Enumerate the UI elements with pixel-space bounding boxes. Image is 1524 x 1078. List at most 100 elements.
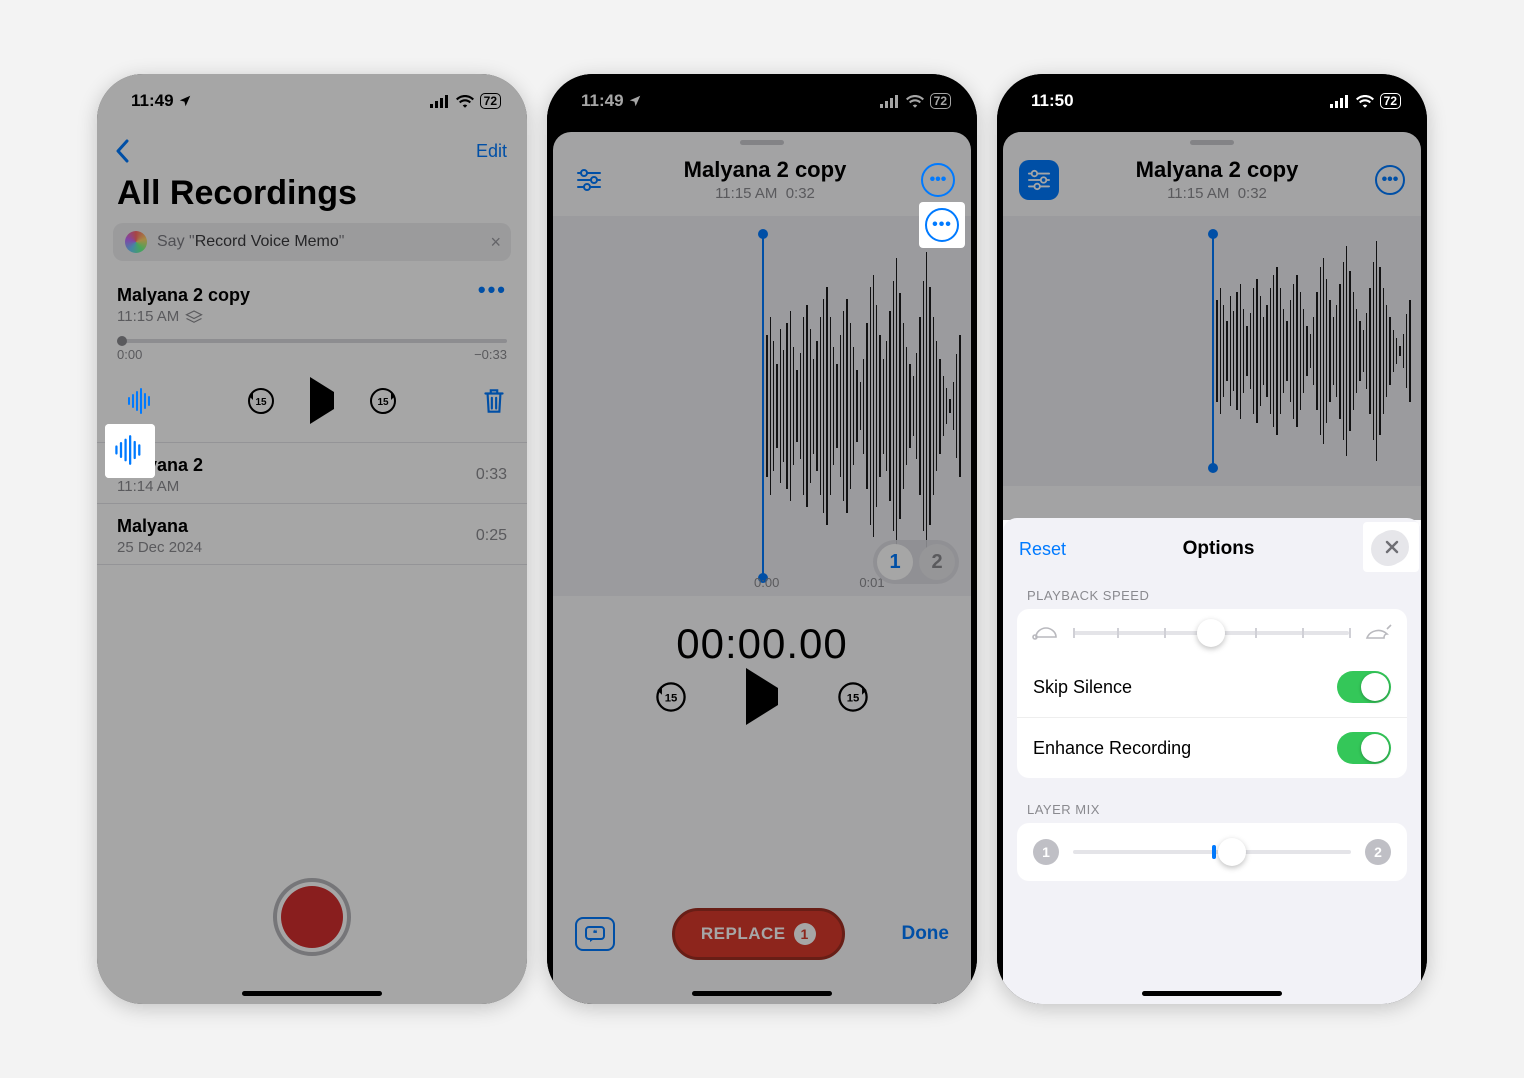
list-item[interactable]: Malyana 2 11:14 AM 0:33: [97, 443, 527, 504]
layer-pill-2[interactable]: 2: [919, 544, 955, 580]
recording-duration: 0:33: [476, 466, 507, 484]
replace-badge: 1: [794, 923, 816, 945]
status-time: 11:49: [581, 91, 642, 111]
recording-subtitle: 11:14 AM: [117, 478, 203, 495]
scrubber[interactable]: [117, 339, 507, 343]
section-layer-mix: Layer Mix: [1003, 792, 1421, 823]
forward-15-button[interactable]: 15: [836, 680, 870, 714]
rewind-15-button[interactable]: 15: [654, 680, 688, 714]
waveform-edit-button-highlighted[interactable]: [113, 434, 145, 466]
cell-signal-icon: [880, 94, 900, 108]
recording-selected[interactable]: Malyana 2 copy 11:15 AM ••• 0:00 −0:33: [97, 273, 527, 443]
current-time: 00:00.00: [553, 620, 971, 668]
recording-subtitle: 11:15 AM: [117, 308, 250, 325]
time-text: 11:50: [1031, 91, 1074, 111]
bottom-action-row: ❝ REPLACE 1 Done: [553, 908, 971, 960]
siri-prefix: Say ": [157, 233, 195, 250]
waveform-edit-button[interactable]: [117, 376, 163, 426]
waveform-view[interactable]: [1003, 216, 1421, 486]
siri-command: Record Voice Memo: [195, 233, 339, 250]
siri-suffix: ": [339, 233, 345, 250]
more-menu-button-highlighted[interactable]: •••: [925, 208, 959, 242]
reset-button[interactable]: Reset: [1019, 539, 1066, 560]
section-playback-speed: Playback Speed: [1003, 578, 1421, 609]
sheet-title: Malyana 2 copy: [1136, 157, 1299, 183]
waveform-view[interactable]: 0:00 0:01 1 2: [553, 216, 971, 596]
transcript-button[interactable]: ❝: [575, 917, 615, 951]
wifi-icon: [906, 94, 924, 108]
phone-3: 11:50 72 Malyana 2 copy 11:15 AM 0:32: [997, 74, 1427, 1004]
wave-label-0: 0:00: [754, 575, 779, 590]
options-sliders-button[interactable]: [1019, 160, 1059, 200]
play-button[interactable]: [746, 688, 778, 706]
options-sliders-button[interactable]: [569, 160, 609, 200]
sheet-time: 11:15 AM: [715, 185, 777, 202]
status-time: 11:50: [1031, 91, 1074, 111]
scrubber-knob[interactable]: [117, 336, 127, 346]
play-button[interactable]: [310, 392, 334, 410]
more-menu-button[interactable]: •••: [1375, 165, 1405, 195]
recording-duration: 0:25: [476, 527, 507, 545]
edit-sheet: Malyana 2 copy 11:15 AM 0:32 ••• Reset O…: [1003, 132, 1421, 1004]
sheet-duration: 0:32: [1238, 185, 1267, 202]
home-indicator[interactable]: [242, 991, 382, 996]
sheet-time: 11:15 AM: [1167, 185, 1229, 202]
cell-signal-icon: [1330, 94, 1350, 108]
mix-center-mark: [1212, 845, 1216, 859]
status-right: 72: [430, 93, 501, 109]
skip-silence-toggle[interactable]: [1337, 671, 1391, 703]
home-indicator[interactable]: [692, 991, 832, 996]
recording-subtitle: 25 Dec 2024: [117, 539, 202, 556]
speed-slider[interactable]: [1073, 631, 1349, 635]
replace-button[interactable]: REPLACE 1: [672, 908, 845, 960]
sheet-grabber[interactable]: [1190, 140, 1234, 145]
status-bar: 11:50 72: [997, 74, 1427, 128]
time-text: 11:49: [131, 91, 174, 111]
mix-thumb[interactable]: [1218, 838, 1246, 866]
close-options-button-highlighted[interactable]: [1375, 530, 1409, 564]
status-bar: 11:49 72: [547, 74, 977, 128]
more-button[interactable]: •••: [478, 285, 507, 295]
phone-2: 11:49 72 Malyana 2 copy 11:15 AM 0:32: [547, 74, 977, 1004]
record-button[interactable]: [273, 878, 351, 956]
rewind-15-button[interactable]: 15: [246, 386, 276, 416]
list-item[interactable]: Malyana 25 Dec 2024 0:25: [97, 504, 527, 565]
done-button[interactable]: Done: [901, 923, 949, 945]
waveform-time-labels: 0:00 0:01: [754, 575, 885, 590]
sheet-subtitle: 11:15 AM 0:32: [684, 185, 847, 202]
wifi-icon: [1356, 94, 1374, 108]
recording-time: 11:15 AM: [117, 308, 179, 325]
playhead[interactable]: [1212, 234, 1214, 468]
home-indicator[interactable]: [1142, 991, 1282, 996]
siri-text: Say "Record Voice Memo": [157, 233, 344, 251]
play-icon: [310, 377, 334, 424]
status-time: 11:49: [131, 91, 192, 111]
edit-button[interactable]: Edit: [476, 141, 507, 162]
siri-close-button[interactable]: ×: [490, 232, 501, 253]
battery-icon: 72: [1380, 93, 1401, 109]
svg-text:15: 15: [255, 397, 267, 408]
recording-title: Malyana: [117, 516, 202, 537]
record-icon: [281, 886, 343, 948]
phone-1: 11:49 72 Edit All Recordings Say "Record…: [97, 74, 527, 1004]
forward-15-button[interactable]: 15: [368, 386, 398, 416]
svg-text:❝: ❝: [593, 929, 598, 938]
playhead[interactable]: [762, 234, 764, 578]
delete-button[interactable]: [481, 386, 507, 416]
more-menu-button[interactable]: •••: [921, 163, 955, 197]
layers-icon: [185, 310, 203, 324]
siri-suggestion[interactable]: Say "Record Voice Memo" ×: [113, 223, 511, 261]
layer-mix-slider[interactable]: [1073, 850, 1351, 854]
sheet-duration: 0:32: [786, 185, 815, 202]
layer-selector[interactable]: 1 2: [873, 540, 959, 584]
mix-badge-right: 2: [1365, 839, 1391, 865]
status-bar: 11:49 72: [97, 74, 527, 128]
back-button[interactable]: [107, 139, 137, 163]
enhance-recording-toggle[interactable]: [1337, 732, 1391, 764]
layer-pill-1[interactable]: 1: [877, 544, 913, 580]
status-right: 72: [1330, 93, 1401, 109]
sheet-grabber[interactable]: [740, 140, 784, 145]
siri-icon: [125, 231, 147, 253]
edit-sheet: Malyana 2 copy 11:15 AM 0:32 ••• 0:00 0:…: [553, 132, 971, 1004]
speed-thumb[interactable]: [1197, 619, 1225, 647]
